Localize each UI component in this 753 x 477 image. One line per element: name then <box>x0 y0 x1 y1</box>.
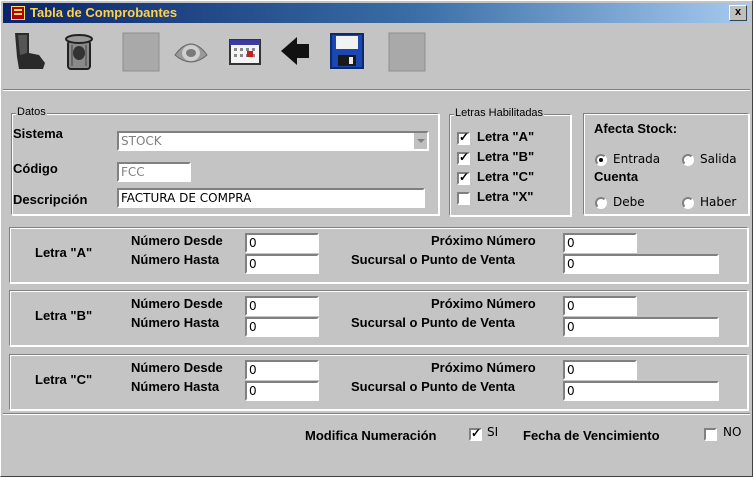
codigo-input[interactable]: FCC <box>117 162 191 182</box>
fecha-vencimiento-label: Fecha de Vencimiento <box>523 428 660 443</box>
debe-label: Debe <box>613 195 645 209</box>
modifica-numeracion-value: SI <box>487 425 499 439</box>
modifica-numeracion-label: Modifica Numeración <box>305 428 437 443</box>
letra-x-checkbox[interactable] <box>457 192 470 205</box>
toolbar-divider <box>3 89 750 91</box>
panel-b-sucursal-label: Sucursal o Punto de Venta <box>351 315 515 330</box>
panel-c-hasta-input[interactable]: 0 <box>245 381 319 401</box>
panel-b-letra: Letra "B" <box>35 308 93 323</box>
sistema-value: STOCK <box>121 134 162 148</box>
panel-c-proximo-label: Próximo Número <box>431 360 536 375</box>
debe-radio[interactable] <box>595 197 607 209</box>
trash-icon[interactable] <box>59 29 99 73</box>
close-button[interactable]: x <box>729 5 747 21</box>
panel-c-sucursal-input[interactable]: 0 <box>563 381 719 401</box>
panel-a-desde-label: Número Desde <box>131 233 223 248</box>
panel-c-desde-input[interactable]: 0 <box>245 360 319 380</box>
afecta-stock-label: Afecta Stock: <box>594 121 678 136</box>
calendar-icon[interactable] <box>225 29 265 73</box>
salida-radio[interactable] <box>682 154 694 166</box>
descripcion-input[interactable]: FACTURA DE COMPRA <box>117 188 425 208</box>
cuenta-label: Cuenta <box>594 169 639 184</box>
panel-c-hasta-label: Número Hasta <box>131 379 220 394</box>
panel-c-desde-label: Número Desde <box>131 360 223 375</box>
haber-label: Haber <box>700 195 737 209</box>
title-bar[interactable]: Tabla de Comprobantes x <box>3 3 750 23</box>
entrada-radio[interactable] <box>595 154 607 166</box>
letra-b-checkbox[interactable] <box>457 150 470 165</box>
letra-x-label: Letra "X" <box>477 189 534 204</box>
panel-b-proximo-label: Próximo Número <box>431 296 536 311</box>
panel-b-desde-input[interactable]: 0 <box>245 296 319 316</box>
footer-divider <box>3 413 750 415</box>
letra-c-checkbox[interactable] <box>457 170 470 185</box>
haber-radio[interactable] <box>682 197 694 209</box>
entrada-label: Entrada <box>613 152 661 166</box>
sistema-label: Sistema <box>13 126 63 141</box>
letra-b-label: Letra "B" <box>477 149 535 164</box>
panel-c-letra: Letra "C" <box>35 372 93 387</box>
codigo-label: Código <box>13 161 58 176</box>
panel-a-hasta-label: Número Hasta <box>131 252 220 267</box>
disabled-icon <box>121 29 161 73</box>
panel-a-hasta-input[interactable]: 0 <box>245 254 319 274</box>
panel-b-hasta-label: Número Hasta <box>131 315 220 330</box>
panel-b-sucursal-input[interactable]: 0 <box>563 317 719 337</box>
sistema-select[interactable]: STOCK <box>117 131 429 151</box>
toolbar <box>3 25 750 89</box>
salida-label: Salida <box>700 152 737 166</box>
panel-a-letra: Letra "A" <box>35 245 93 260</box>
window: Tabla de Comprobantes x Datos Sistema ST… <box>0 0 753 477</box>
panel-a-sucursal-input[interactable]: 0 <box>563 254 719 274</box>
panel-a-desde-input[interactable]: 0 <box>245 233 319 253</box>
disabled-icon <box>387 29 427 73</box>
search-icon[interactable] <box>171 29 211 73</box>
save-icon[interactable] <box>327 29 367 73</box>
letra-a-label: Letra "A" <box>477 129 535 144</box>
datos-legend: Datos <box>16 106 47 118</box>
letra-c-label: Letra "C" <box>477 169 535 184</box>
panel-b-hasta-input[interactable]: 0 <box>245 317 319 337</box>
panel-b-desde-label: Número Desde <box>131 296 223 311</box>
back-arrow-icon[interactable] <box>275 29 315 73</box>
app-icon <box>11 6 25 20</box>
panel-a-proximo-input[interactable]: 0 <box>563 233 637 253</box>
panel-c-sucursal-label: Sucursal o Punto de Venta <box>351 379 515 394</box>
window-title: Tabla de Comprobantes <box>30 5 178 20</box>
panel-a-sucursal-label: Sucursal o Punto de Venta <box>351 252 515 267</box>
letras-legend: Letras Habilitadas <box>454 107 545 119</box>
modifica-numeracion-checkbox[interactable] <box>469 426 482 441</box>
letra-a-checkbox[interactable] <box>457 130 470 145</box>
exit-icon[interactable] <box>9 29 49 73</box>
panel-c-proximo-input[interactable]: 0 <box>563 360 637 380</box>
fecha-vencimiento-checkbox[interactable] <box>704 428 717 441</box>
panel-a-proximo-label: Próximo Número <box>431 233 536 248</box>
panel-b-proximo-input[interactable]: 0 <box>563 296 637 316</box>
fecha-vencimiento-value: NO <box>723 425 742 439</box>
descripcion-label: Descripción <box>13 192 88 207</box>
chevron-down-icon[interactable] <box>413 133 427 149</box>
